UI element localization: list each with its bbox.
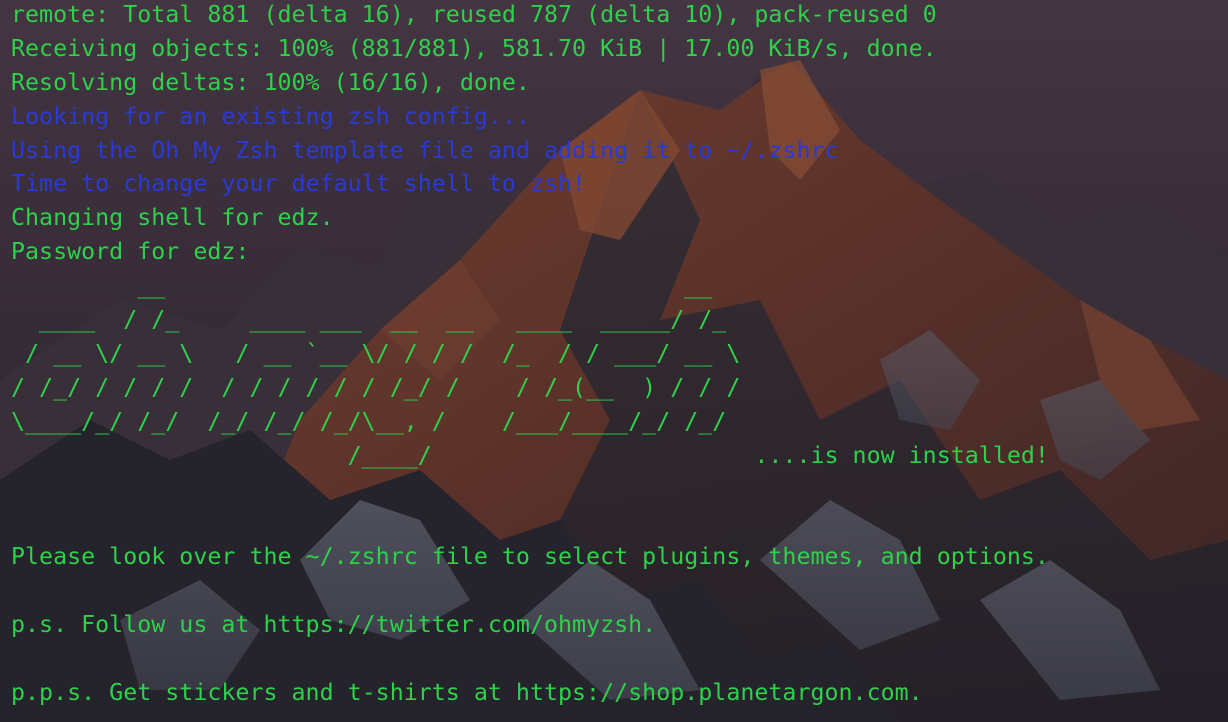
terminal-line: Looking for an existing zsh config... — [11, 102, 530, 130]
terminal-line: Using the Oh My Zsh template file and ad… — [11, 136, 839, 164]
terminal-line: Receiving objects: 100% (881/881), 581.7… — [11, 34, 937, 62]
terminal-line: /____/ ....is now installed! — [11, 441, 1049, 469]
terminal-line: __ __ — [11, 272, 713, 300]
terminal-line: p.p.s. Get stickers and t-shirts at http… — [11, 678, 923, 706]
terminal-line: remote: Total 881 (delta 16), reused 787… — [11, 1, 937, 28]
terminal-line: / __ \/ __ \ / __ `__ \/ / / / /_ / / __… — [11, 339, 741, 367]
terminal-line: \____/_/ /_/ /_/ /_/ /_/\__, / /___/____… — [11, 407, 727, 435]
terminal-line: Password for edz: — [11, 238, 250, 266]
terminal-line: / /_/ / / / / / / / / / / /_/ / / /_(__ … — [11, 373, 741, 401]
terminal-output[interactable]: remote: Total 881 (delta 16), reused 787… — [11, 0, 1221, 710]
terminal-line: Please look over the ~/.zshrc file to se… — [11, 543, 1049, 571]
terminal-line: Changing shell for edz. — [11, 204, 334, 232]
terminal-line: Time to change your default shell to zsh… — [11, 170, 587, 198]
terminal-line: p.s. Follow us at https://twitter.com/oh… — [11, 611, 657, 639]
terminal-line: ____ / /_ ____ ___ __ __ ____ _____/ /_ — [11, 306, 727, 334]
terminal-line: Resolving deltas: 100% (16/16), done. — [11, 68, 530, 96]
